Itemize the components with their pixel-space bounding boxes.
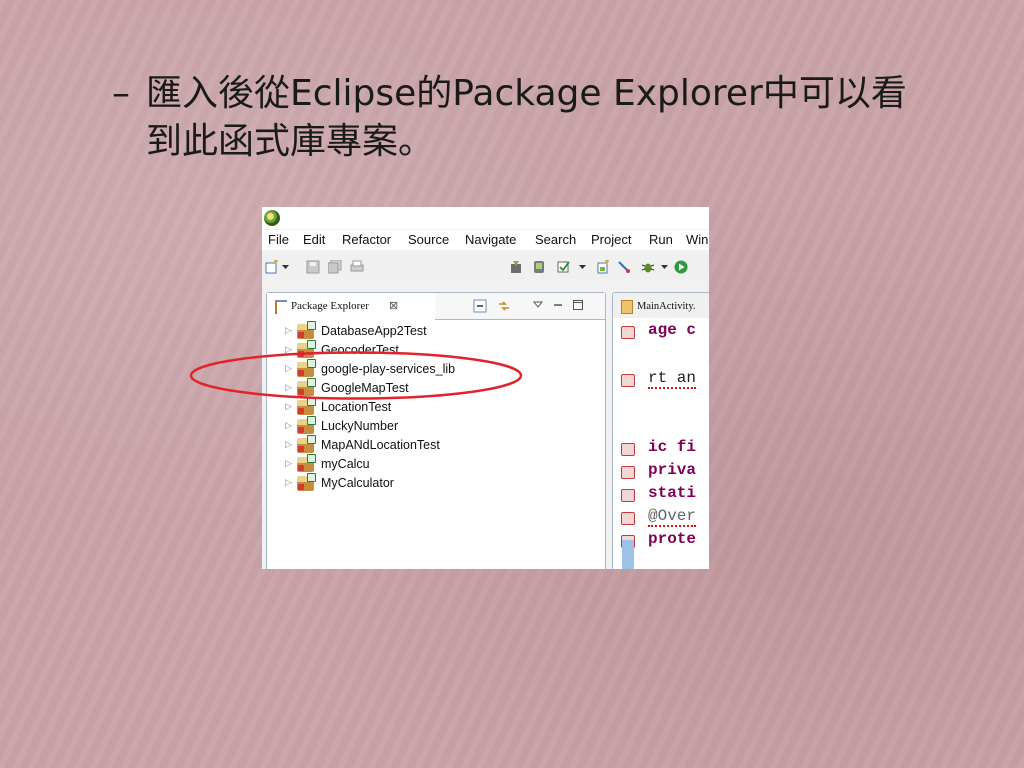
bullet-dash: – <box>112 73 130 114</box>
main-toolbar <box>262 255 709 279</box>
save-all-icon[interactable] <box>328 260 342 274</box>
menu-search[interactable]: Search <box>535 232 576 247</box>
android-project-icon <box>297 397 316 415</box>
tab-label: Package Explorer <box>291 300 369 312</box>
code-line: stati <box>648 484 697 502</box>
project-tree: ▷ DatabaseApp2Test ▷ GeocoderTest ▷ goog… <box>281 321 601 494</box>
menu-edit[interactable]: Edit <box>303 232 325 247</box>
expand-arrow-icon[interactable]: ▷ <box>285 325 292 336</box>
menu-project[interactable]: Project <box>591 232 631 247</box>
save-icon[interactable] <box>306 260 320 274</box>
window-titlebar <box>262 207 709 229</box>
collapse-all-icon[interactable] <box>473 299 487 313</box>
expand-arrow-icon[interactable]: ▷ <box>285 382 292 393</box>
expand-arrow-icon[interactable]: ▷ <box>285 477 292 488</box>
tree-item-google-play-services-lib[interactable]: ▷ google-play-services_lib <box>281 359 601 380</box>
project-label: DatabaseApp2Test <box>321 324 427 338</box>
new-android-project-icon[interactable] <box>596 260 610 274</box>
android-project-icon <box>297 435 316 453</box>
android-project-icon <box>297 473 316 491</box>
project-label: GeocoderTest <box>321 343 399 357</box>
debug-dropdown-icon[interactable] <box>661 260 668 274</box>
eclipse-screenshot: File Edit Refactor Source Navigate Searc… <box>262 207 709 569</box>
bullet-text: 匯入後從Eclipse的Package Explorer中可以看到此函式庫專案。 <box>146 73 907 162</box>
new-dropdown-icon[interactable] <box>282 260 289 274</box>
android-project-icon <box>297 359 316 377</box>
android-project-icon <box>297 378 316 396</box>
checkbox-dropdown-icon[interactable] <box>579 260 586 274</box>
view-toolbar <box>435 293 605 320</box>
print-icon[interactable] <box>350 260 364 274</box>
code-line: rt an <box>648 369 697 389</box>
android-project-icon <box>297 416 316 434</box>
checkbox-icon[interactable] <box>557 260 571 274</box>
tree-item-googlemaptest[interactable]: ▷ GoogleMapTest <box>281 378 601 399</box>
maximize-icon[interactable] <box>572 299 584 311</box>
code-line: prote <box>648 530 697 548</box>
project-label: MyCalculator <box>321 476 394 490</box>
expand-arrow-icon[interactable]: ▷ <box>285 363 292 374</box>
code-line: age c <box>648 321 697 339</box>
editor-tab-label: MainActivity. <box>637 301 696 312</box>
error-marker-icon <box>621 443 635 456</box>
link-with-editor-icon[interactable] <box>497 299 511 313</box>
tree-item-mapandlocationtest[interactable]: ▷ MapANdLocationTest <box>281 435 601 456</box>
menu-window[interactable]: Win <box>686 232 708 247</box>
android-project-icon <box>297 454 316 472</box>
error-marker-icon <box>621 512 635 525</box>
code-editor[interactable]: age c rt an ic fi priva stati @Over prot… <box>612 318 709 569</box>
avd-manager-icon[interactable] <box>532 260 546 274</box>
project-label: LuckyNumber <box>321 419 399 433</box>
project-label: LocationTest <box>321 400 392 414</box>
tree-item-geocodertest[interactable]: ▷ GeocoderTest <box>281 340 601 361</box>
tab-mainactivity[interactable]: MainActivity. <box>612 292 709 319</box>
view-menu-icon[interactable] <box>532 299 544 311</box>
tree-item-luckynumber[interactable]: ▷ LuckyNumber <box>281 416 601 437</box>
expand-arrow-icon[interactable]: ▷ <box>285 420 292 431</box>
expand-arrow-icon[interactable]: ▷ <box>285 401 292 412</box>
error-marker-icon <box>621 374 635 387</box>
menu-source[interactable]: Source <box>408 232 449 247</box>
project-label: MapANdLocationTest <box>321 438 440 452</box>
expand-arrow-icon[interactable]: ▷ <box>285 458 292 469</box>
error-marker-icon <box>621 489 635 502</box>
code-line: priva <box>648 461 697 479</box>
menu-file[interactable]: File <box>268 232 289 247</box>
menu-bar: File Edit Refactor Source Navigate Searc… <box>262 230 709 250</box>
expand-arrow-icon[interactable]: ▷ <box>285 439 292 450</box>
tree-item-mycalcu[interactable]: ▷ myCalcu <box>281 454 601 475</box>
sdk-manager-icon[interactable] <box>509 260 523 274</box>
new-icon[interactable] <box>265 260 279 274</box>
code-line: ic fi <box>648 438 697 456</box>
menu-navigate[interactable]: Navigate <box>465 232 516 247</box>
menu-refactor[interactable]: Refactor <box>342 232 391 247</box>
quick-diff-ruler <box>622 540 634 569</box>
android-project-icon <box>297 340 316 358</box>
run-icon[interactable] <box>674 260 688 274</box>
tab-package-explorer[interactable]: Package Explorer ⊠ <box>267 293 436 320</box>
eclipse-logo-icon <box>264 210 280 226</box>
tree-item-databaseapp2test[interactable]: ▷ DatabaseApp2Test <box>281 321 601 342</box>
android-project-icon <box>297 321 316 339</box>
package-explorer-icon <box>275 300 287 314</box>
project-label: google-play-services_lib <box>321 362 456 376</box>
tree-item-mycalculator[interactable]: ▷ MyCalculator <box>281 473 601 494</box>
error-marker-icon <box>621 466 635 479</box>
project-label: myCalcu <box>321 457 370 471</box>
project-label: GoogleMapTest <box>321 381 409 395</box>
java-file-icon <box>621 300 633 314</box>
debug-icon[interactable] <box>641 260 655 274</box>
package-explorer-panel: Package Explorer ⊠ ▷ DatabaseApp2Test ▷ … <box>266 292 606 569</box>
close-icon[interactable]: ⊠ <box>389 299 398 312</box>
tree-item-locationtest[interactable]: ▷ LocationTest <box>281 397 601 418</box>
minimize-icon[interactable] <box>552 299 564 311</box>
menu-run[interactable]: Run <box>649 232 673 247</box>
lint-icon[interactable] <box>617 260 631 274</box>
error-marker-icon <box>621 326 635 339</box>
code-line: @Over <box>648 507 697 527</box>
expand-arrow-icon[interactable]: ▷ <box>285 344 292 355</box>
